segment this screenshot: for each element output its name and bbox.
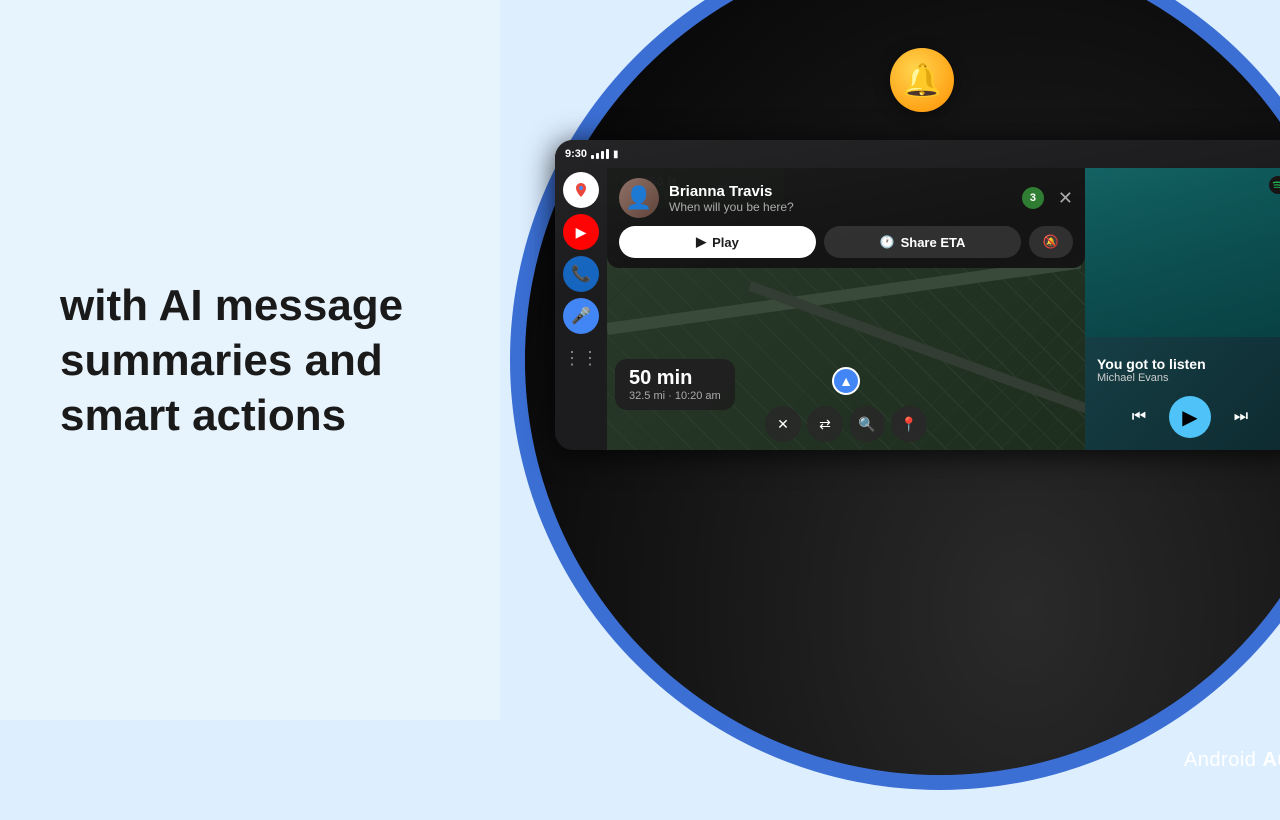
signal-bars [591, 149, 609, 159]
play-button[interactable]: ▶ Play [619, 226, 816, 258]
notification-top: 👤 Brianna Travis When will you be here? … [619, 178, 1073, 218]
music-controls: ⏮ ▶ ⏭ [1085, 388, 1280, 450]
map-close-btn[interactable]: ✕ [765, 406, 801, 442]
left-panel: with AI message summaries and smart acti… [0, 0, 500, 720]
battery-icon: ▮ [613, 149, 619, 160]
play-icon: ▶ [696, 234, 706, 250]
nav-area: ↰ 350 ft 101 W Pa... Then → ▲ [607, 168, 1085, 450]
music-title: You got to listen [1097, 356, 1280, 372]
eta-card: 50 min 32.5 mi · 10:20 am [615, 359, 735, 410]
notification-overlay: 👤 Brianna Travis When will you be here? … [607, 168, 1085, 268]
bell-icon: 🔔 [890, 48, 954, 112]
headline-line1: with AI message [60, 281, 403, 330]
brand-prefix: Android [1184, 749, 1256, 771]
eta-details: 32.5 mi · 10:20 am [629, 390, 721, 402]
music-artist: Michael Evans [1097, 372, 1280, 384]
main-content: ▶ 📞 🎤 ⋮⋮ ↰ 350 ft 1 [555, 168, 1280, 450]
map-controls: ✕ ⇄ 🔍 📍 [765, 406, 927, 442]
notification-text: Brianna Travis When will you be here? [669, 183, 1012, 214]
spotify-icon [1269, 176, 1280, 199]
headline-line3: smart actions [60, 391, 346, 440]
map-route-btn[interactable]: ⇄ [807, 406, 843, 442]
headline: with AI message summaries and smart acti… [60, 278, 403, 443]
sidebar-phone-icon[interactable]: 📞 [563, 256, 599, 292]
music-play-button[interactable]: ▶ [1169, 396, 1211, 438]
share-eta-clock-icon: 🕐 [880, 235, 895, 249]
notification-badge: 3 [1022, 187, 1044, 209]
sidebar-grid-icon[interactable]: ⋮⋮ [563, 340, 599, 376]
brand-suffix: Auto [1262, 749, 1280, 771]
eta-minutes: 50 min [629, 367, 721, 390]
music-prev-button[interactable]: ⏮ [1121, 399, 1157, 435]
status-bar: 9:30 ▮ [555, 140, 1280, 168]
music-panel: You got to listen Michael Evans ⏮ ▶ ⏭ [1085, 168, 1280, 450]
notification-actions: ▶ Play 🕐 Share ETA 🔕 [619, 226, 1073, 258]
sidebar-youtube-icon[interactable]: ▶ [563, 214, 599, 250]
android-auto-screen: 9:30 ▮ [555, 140, 1280, 450]
music-info: You got to listen Michael Evans [1085, 348, 1280, 388]
sidebar-maps-icon[interactable] [563, 172, 599, 208]
location-pin: ▲ [832, 367, 860, 395]
device-mockup: 🔔 9:30 ▮ [500, 0, 1280, 820]
notification-close-button[interactable]: ✕ [1058, 188, 1073, 209]
android-auto-label: Android Auto [1184, 749, 1280, 772]
mute-icon: 🔕 [1043, 234, 1059, 250]
contact-avatar: 👤 [619, 178, 659, 218]
bell-container: 🔔 [890, 48, 954, 112]
notification-message: When will you be here? [669, 200, 1012, 214]
map-search-btn[interactable]: 🔍 [849, 406, 885, 442]
play-label: Play [712, 235, 739, 250]
share-eta-button[interactable]: 🕐 Share ETA [824, 226, 1021, 258]
share-eta-label: Share ETA [901, 235, 966, 250]
mute-button[interactable]: 🔕 [1029, 226, 1073, 258]
contact-name: Brianna Travis [669, 183, 1012, 200]
headline-line2: summaries and [60, 336, 383, 385]
sidebar: ▶ 📞 🎤 ⋮⋮ [555, 168, 607, 450]
sidebar-mic-icon[interactable]: 🎤 [563, 298, 599, 334]
music-next-button[interactable]: ⏭ [1223, 399, 1259, 435]
screen-bezel: 9:30 ▮ [555, 140, 1280, 450]
map-pin-btn[interactable]: 📍 [891, 406, 927, 442]
music-album-art [1085, 168, 1280, 337]
status-time: 9:30 [565, 148, 587, 160]
